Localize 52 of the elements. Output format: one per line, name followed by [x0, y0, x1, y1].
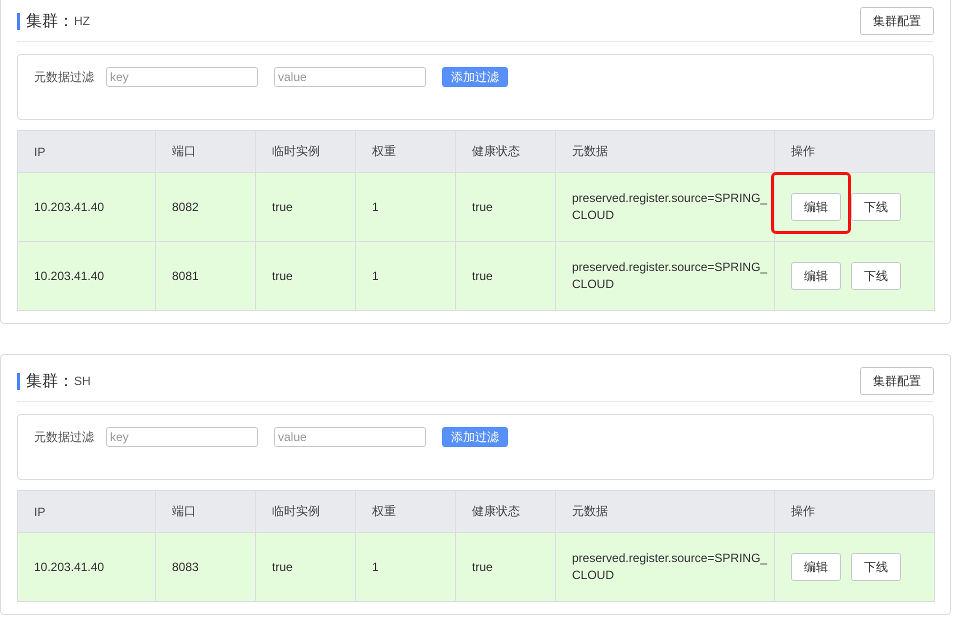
value-field[interactable]: value [274, 67, 426, 87]
column-header: 健康状态 [456, 490, 556, 532]
column-header: IP [18, 130, 156, 172]
edit-button[interactable]: 编辑 [791, 553, 841, 581]
column-header: 操作 [774, 490, 934, 532]
edit-button[interactable]: 编辑 [791, 193, 841, 221]
filter-label: 元数据过滤 [34, 429, 94, 446]
offline-button[interactable]: 下线 [851, 262, 901, 290]
column-header: 端口 [156, 130, 256, 172]
offline-button[interactable]: 下线 [851, 193, 901, 221]
column-header: 临时实例 [256, 490, 356, 532]
table-cell: preserved.register.source=SPRING_CLOUD [556, 242, 774, 310]
column-header: 临时实例 [256, 130, 356, 172]
table-cell: true [256, 532, 356, 602]
column-header: 权重 [356, 130, 456, 172]
accent-bar [17, 372, 20, 390]
table-cell: 8083 [156, 532, 256, 602]
edit-button[interactable]: 编辑 [791, 262, 841, 290]
key-field[interactable]: key [106, 67, 258, 87]
table-cell: 8082 [156, 172, 256, 242]
table-cell: true [456, 532, 556, 602]
column-header: 权重 [356, 490, 456, 532]
filter-label: 元数据过滤 [34, 69, 94, 86]
cluster-label: 集群： [26, 10, 74, 32]
column-header: IP [18, 490, 156, 532]
table-cell: 1 [356, 172, 456, 242]
column-header: 操作 [774, 130, 934, 172]
table-cell: preserved.register.source=SPRING_CLOUD [556, 172, 774, 242]
table-cell: 1 [356, 242, 456, 310]
table-cell: 1 [356, 532, 456, 602]
cluster-label: 集群： [26, 370, 74, 392]
cluster-config-button[interactable]: 集群配置 [860, 7, 934, 35]
column-header: 端口 [156, 490, 256, 532]
key-field[interactable]: key [106, 427, 258, 447]
table-cell: 10.203.41.40 [18, 242, 156, 310]
table-cell: true [456, 242, 556, 310]
table-cell: preserved.register.source=SPRING_CLOUD [556, 532, 774, 602]
accent-bar [17, 12, 20, 30]
column-header: 元数据 [556, 130, 774, 172]
cluster-config-button[interactable]: 集群配置 [860, 367, 934, 395]
offline-button[interactable]: 下线 [851, 553, 901, 581]
cluster-name: SH [74, 374, 91, 388]
column-header: 元数据 [556, 490, 774, 532]
column-header: 健康状态 [456, 130, 556, 172]
cluster-name: HZ [74, 14, 90, 28]
table-cell: 10.203.41.40 [18, 172, 156, 242]
table-cell: true [256, 242, 356, 310]
table-cell: 10.203.41.40 [18, 532, 156, 602]
table-cell: true [256, 172, 356, 242]
table-cell: 8081 [156, 242, 256, 310]
value-field[interactable]: value [274, 427, 426, 447]
table-cell: true [456, 172, 556, 242]
